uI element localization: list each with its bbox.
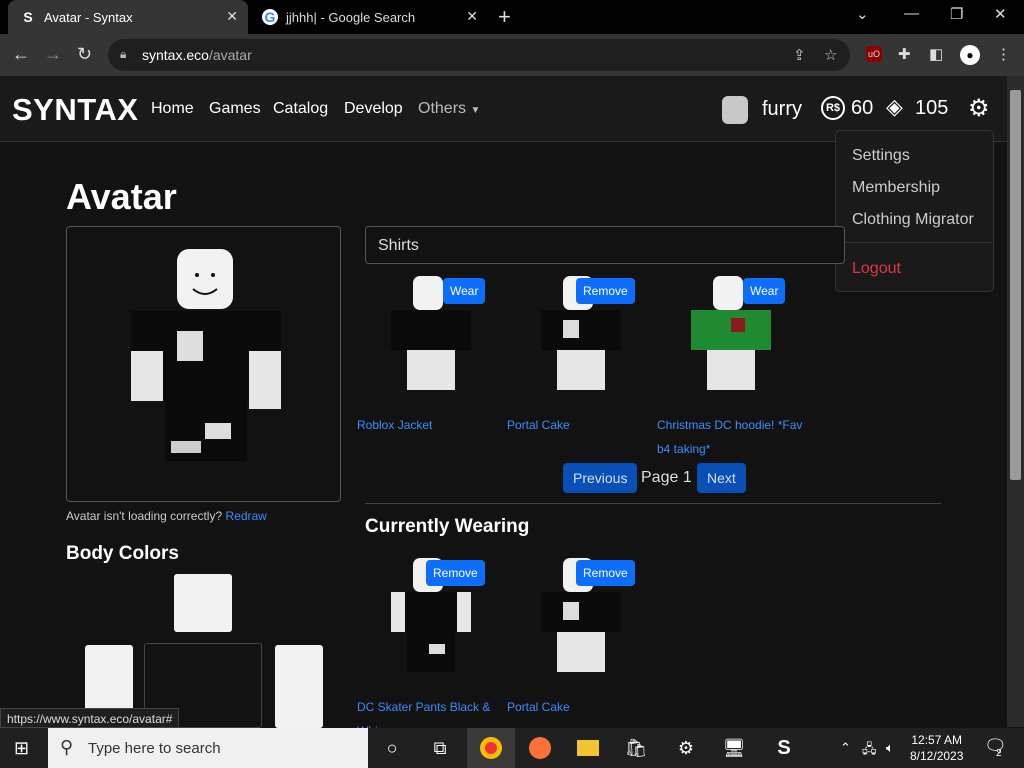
body-color-head[interactable] (174, 574, 232, 632)
address-url[interactable]: syntax.eco/avatar (142, 47, 252, 63)
status-bar-url: https://www.syntax.eco/avatar# (0, 708, 180, 728)
tab-title: Avatar - Syntax (44, 9, 133, 25)
section-divider (365, 503, 941, 504)
menu-divider (836, 242, 993, 243)
settings-dropdown-menu: Settings Membership Clothing Migrator Lo… (835, 130, 994, 292)
side-panel-icon[interactable]: ◧ (929, 45, 943, 63)
search-icon: ⚲ (60, 737, 74, 757)
menu-item-settings[interactable]: Settings (852, 147, 910, 165)
notification-count: 2 (996, 748, 1002, 759)
tix-balance: 105 (915, 97, 949, 119)
forward-icon[interactable]: → (44, 44, 62, 65)
clock-time: 12:57 AM (911, 733, 963, 747)
inventory-item[interactable]: Wear Christmas DC hoodie! *Fav b4 taking… (657, 276, 802, 456)
menu-item-logout[interactable]: Logout (852, 260, 901, 278)
previous-page-button[interactable]: Previous (563, 463, 638, 493)
firefox-icon[interactable] (516, 728, 564, 768)
taskbar-search-placeholder: Type here to search (88, 740, 221, 757)
username[interactable]: furry (762, 98, 802, 121)
wear-button[interactable]: Wear (743, 278, 786, 304)
inventory-item[interactable]: Wear Roblox Jacket (357, 276, 502, 456)
item-name-link[interactable]: Portal Cake (507, 695, 657, 719)
ublock-icon[interactable]: uO (866, 46, 882, 62)
remove-button[interactable]: Remove (426, 560, 485, 586)
cortana-icon[interactable]: ○ (368, 728, 416, 768)
menu-item-membership[interactable]: Membership (852, 179, 940, 197)
windows-taskbar: ⊞ ⚲ Type here to search ○ ⧉ 🛍︎ ⚙ 🖥︎ S ⌃ … (0, 728, 1024, 768)
inventory-item[interactable]: Remove Portal Cake (507, 276, 652, 456)
minimize-icon[interactable]: — (904, 5, 919, 22)
nav-others[interactable]: Others ▼ (418, 100, 480, 118)
reload-icon[interactable]: ↻ (77, 44, 92, 65)
taskbar-search[interactable]: ⚲ Type here to search (48, 728, 368, 768)
scrollbar-thumb[interactable] (1010, 90, 1021, 480)
menu-item-clothing-migrator[interactable]: Clothing Migrator (852, 211, 974, 229)
next-page-button[interactable]: Next (697, 463, 746, 493)
windows-start-icon[interactable]: ⊞ (14, 738, 29, 759)
close-tab-icon[interactable]: ✕ (226, 8, 238, 25)
syntax-favicon-icon: S (23, 9, 33, 25)
bookmark-star-icon[interactable]: ☆ (824, 46, 837, 64)
wearing-item[interactable]: Remove DC Skater Pants Black & Whi (357, 558, 502, 738)
page-title: Avatar (66, 176, 177, 217)
loading-help-text: Avatar isn't loading correctly? Redraw (66, 509, 267, 523)
user-avatar-headshot[interactable] (722, 96, 748, 124)
back-icon[interactable]: ← (12, 44, 30, 65)
task-view-icon[interactable]: ⧉ (416, 728, 464, 768)
remove-button[interactable]: Remove (576, 278, 635, 304)
close-window-icon[interactable]: ✕ (994, 5, 1007, 23)
address-bar[interactable]: 🔒︎ syntax.eco/avatar ⇪ ☆ (108, 39, 850, 71)
volume-icon[interactable]: 🔈︎ (886, 740, 894, 756)
site-logo[interactable]: SYNTAX (12, 92, 138, 128)
remove-button[interactable]: Remove (576, 560, 635, 586)
file-explorer-icon[interactable] (564, 728, 612, 768)
tab-title: jjhhh| - Google Search (286, 9, 416, 25)
nav-home[interactable]: Home (151, 100, 194, 118)
google-favicon-icon: G (262, 9, 278, 25)
redraw-link[interactable]: Redraw (226, 509, 267, 523)
menu-kebab-icon[interactable]: ⋮ (996, 45, 1011, 63)
item-name-link[interactable]: Portal Cake (507, 413, 657, 437)
avatar-preview (66, 226, 341, 502)
restore-icon[interactable]: ❐ (950, 5, 963, 23)
item-name-link[interactable]: Roblox Jacket (357, 413, 507, 437)
remote-desktop-icon[interactable]: 🖥︎ (710, 728, 758, 768)
tab-avatar-syntax[interactable]: S Avatar - Syntax ✕ (8, 0, 248, 34)
category-select[interactable]: Shirts (365, 226, 845, 264)
chrome-icon[interactable] (467, 728, 515, 768)
robux-icon: R$ (821, 96, 845, 120)
extensions-icon[interactable]: ✚ (898, 45, 911, 63)
browser-tab-strip: S Avatar - Syntax ✕ G jjhhh| - Google Se… (0, 0, 1024, 34)
store-icon[interactable]: 🛍︎ (612, 728, 660, 768)
settings-app-icon[interactable]: ⚙ (662, 728, 710, 768)
tab-google-search[interactable]: G jjhhh| - Google Search ✕ (250, 0, 488, 34)
clock-date: 8/12/2023 (910, 749, 964, 763)
nav-games[interactable]: Games (209, 100, 261, 118)
page-indicator: Page 1 (641, 469, 692, 486)
syntax-app-icon[interactable]: S (760, 728, 808, 768)
new-tab-icon[interactable]: + (498, 4, 511, 30)
robux-balance: 60 (851, 97, 874, 119)
lock-icon: 🔒︎ (120, 47, 127, 61)
wear-button[interactable]: Wear (443, 278, 486, 304)
profile-icon[interactable]: ● (960, 45, 980, 65)
tab-search-chevron-icon[interactable]: ⌄ (856, 5, 869, 23)
currently-wearing-heading: Currently Wearing (365, 516, 530, 537)
close-tab-icon[interactable]: ✕ (466, 8, 478, 25)
item-name-link[interactable]: Christmas DC hoodie! *Fav b4 taking* (657, 413, 807, 461)
body-colors-heading: Body Colors (66, 543, 179, 564)
settings-gear-icon[interactable]: ⚙ (968, 94, 990, 123)
nav-develop[interactable]: Develop (344, 100, 403, 118)
taskbar-clock[interactable]: 12:57 AM 8/12/2023 (910, 732, 963, 764)
nav-catalog[interactable]: Catalog (273, 100, 328, 118)
network-icon[interactable]: 🖧︎ (862, 740, 877, 762)
body-color-right-arm[interactable] (275, 645, 323, 728)
tray-chevron-icon[interactable]: ⌃ (840, 740, 851, 756)
avatar-render (131, 249, 281, 461)
wearing-item[interactable]: Remove Portal Cake (507, 558, 652, 728)
share-icon[interactable]: ⇪ (793, 46, 806, 64)
tix-icon: ◈ (886, 94, 903, 119)
